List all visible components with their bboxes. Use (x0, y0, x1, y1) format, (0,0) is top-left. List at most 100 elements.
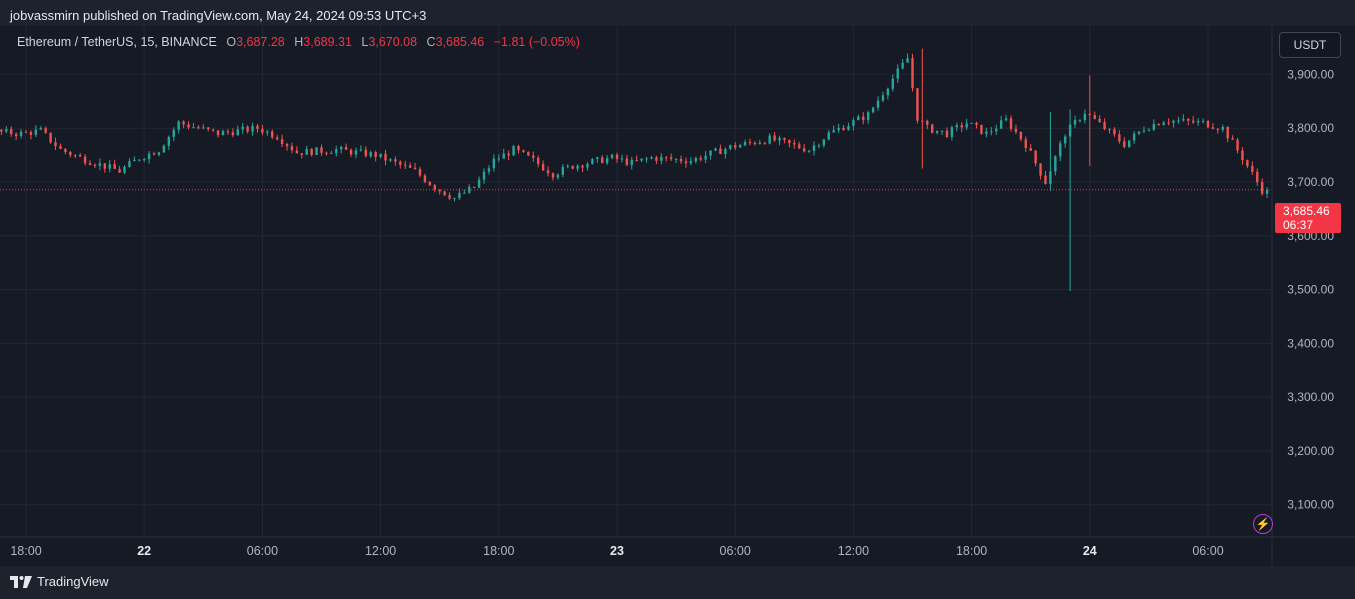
lightning-bolt-icon[interactable]: ⚡ (1253, 514, 1273, 534)
candle-body (143, 159, 146, 161)
candle-body (330, 153, 333, 155)
candle-body (374, 152, 377, 157)
candle-body (349, 149, 353, 155)
candle-body (128, 161, 131, 167)
tradingview-logo-icon (10, 575, 32, 588)
last-price-value: 3,685.46 (1283, 204, 1330, 218)
candlestick-chart[interactable]: 3,100.00 3,200.00 3,300.00 3,400.00 3,500.00… (0, 26, 1355, 566)
candle-body (802, 148, 806, 152)
candle-body (541, 164, 545, 171)
candle-body (83, 156, 87, 164)
last-price-tag: 3,685.46 06:37 (1275, 203, 1341, 233)
candle-body (876, 100, 880, 108)
candle-body (906, 58, 909, 63)
candle-body (29, 132, 33, 135)
candle-body (901, 62, 904, 69)
time-tick-label: 12:00 (365, 544, 396, 558)
change-value: −1.81 (−0.05%) (493, 35, 580, 49)
candle-body (581, 165, 584, 168)
candle-body (5, 129, 8, 132)
candle-body (714, 148, 717, 151)
candle-body (290, 146, 294, 151)
candle-body (546, 170, 550, 174)
candle-body (118, 169, 121, 173)
candle-body (916, 88, 919, 121)
candle-body (1211, 127, 1215, 129)
candle-body (492, 158, 496, 169)
candle-body (369, 152, 372, 157)
candle-body (1226, 126, 1229, 139)
candle-body (271, 131, 274, 138)
price-tick-label: 3,900.00 (1287, 67, 1334, 81)
candle-body (640, 158, 643, 161)
candle-body (576, 165, 579, 169)
candle-body (1182, 118, 1185, 121)
candle-body (645, 158, 648, 160)
candle-body (39, 128, 42, 130)
currency-unit-button[interactable]: USDT (1279, 32, 1341, 58)
candle-body (822, 139, 826, 146)
candle-body (601, 157, 604, 164)
candle-body (408, 165, 412, 168)
candle-body (167, 136, 171, 146)
candle-body (88, 163, 92, 165)
candle-body (1049, 171, 1052, 184)
candle-body (1231, 138, 1234, 140)
candle-body (266, 131, 269, 133)
candle-body (812, 145, 816, 151)
candle-body (108, 164, 111, 169)
candle-body (1221, 126, 1224, 130)
candle-body (950, 127, 954, 137)
candle-body (310, 148, 313, 156)
candle-body (69, 152, 72, 156)
candle-body (591, 159, 594, 164)
candle-body (49, 132, 52, 143)
candle-body (556, 174, 560, 178)
footer-brand[interactable]: TradingView (10, 574, 109, 589)
symbol-description[interactable]: Ethereum / TetherUS, 15, BINANCE (17, 35, 217, 49)
candle-body (842, 127, 845, 131)
candle-body (507, 153, 510, 156)
candle-body (1083, 113, 1087, 121)
candle-body (512, 146, 515, 156)
candle-body (827, 132, 830, 140)
candle-body (1177, 120, 1180, 122)
price-tick-label: 3,400.00 (1287, 336, 1334, 350)
candle-body (404, 164, 407, 166)
candle-body (24, 131, 28, 133)
candle-body (1196, 120, 1200, 123)
candle-body (93, 164, 97, 166)
candle-body (719, 148, 722, 155)
candle-body (729, 145, 732, 149)
price-tick-label: 3,700.00 (1287, 175, 1334, 189)
price-tick-label: 3,300.00 (1287, 390, 1334, 404)
candle-body (709, 150, 712, 156)
candle-body (413, 167, 417, 170)
candle-body (202, 127, 205, 129)
candle-body (1029, 148, 1032, 151)
candle-body (1098, 118, 1101, 123)
candle-body (975, 122, 978, 125)
candle-body (586, 163, 589, 168)
candle-body (773, 135, 776, 141)
high-value: 3,689.31 (303, 35, 352, 49)
time-tick-label: 22 (137, 544, 151, 558)
candle-body (300, 153, 303, 155)
candle-body (1216, 128, 1220, 130)
time-tick-label: 06:00 (247, 544, 278, 558)
candle-body (1088, 113, 1091, 116)
candle-body (748, 141, 752, 143)
candle-body (1157, 123, 1160, 126)
ohlc-legend: Ethereum / TetherUS, 15, BINANCE O3,687.… (17, 35, 580, 49)
low-value: 3,670.08 (368, 35, 418, 49)
candle-body (399, 161, 402, 165)
candle-body (1039, 163, 1042, 176)
candle-body (1187, 118, 1190, 121)
candle-body (123, 166, 126, 173)
candle-body (517, 146, 520, 151)
chart-panel[interactable]: 3,100.00 3,200.00 3,300.00 3,400.00 3,500.00… (0, 26, 1355, 566)
candle-body (172, 129, 175, 137)
candle-body (472, 186, 476, 188)
candle-body (133, 159, 136, 162)
candle-body (743, 141, 747, 146)
